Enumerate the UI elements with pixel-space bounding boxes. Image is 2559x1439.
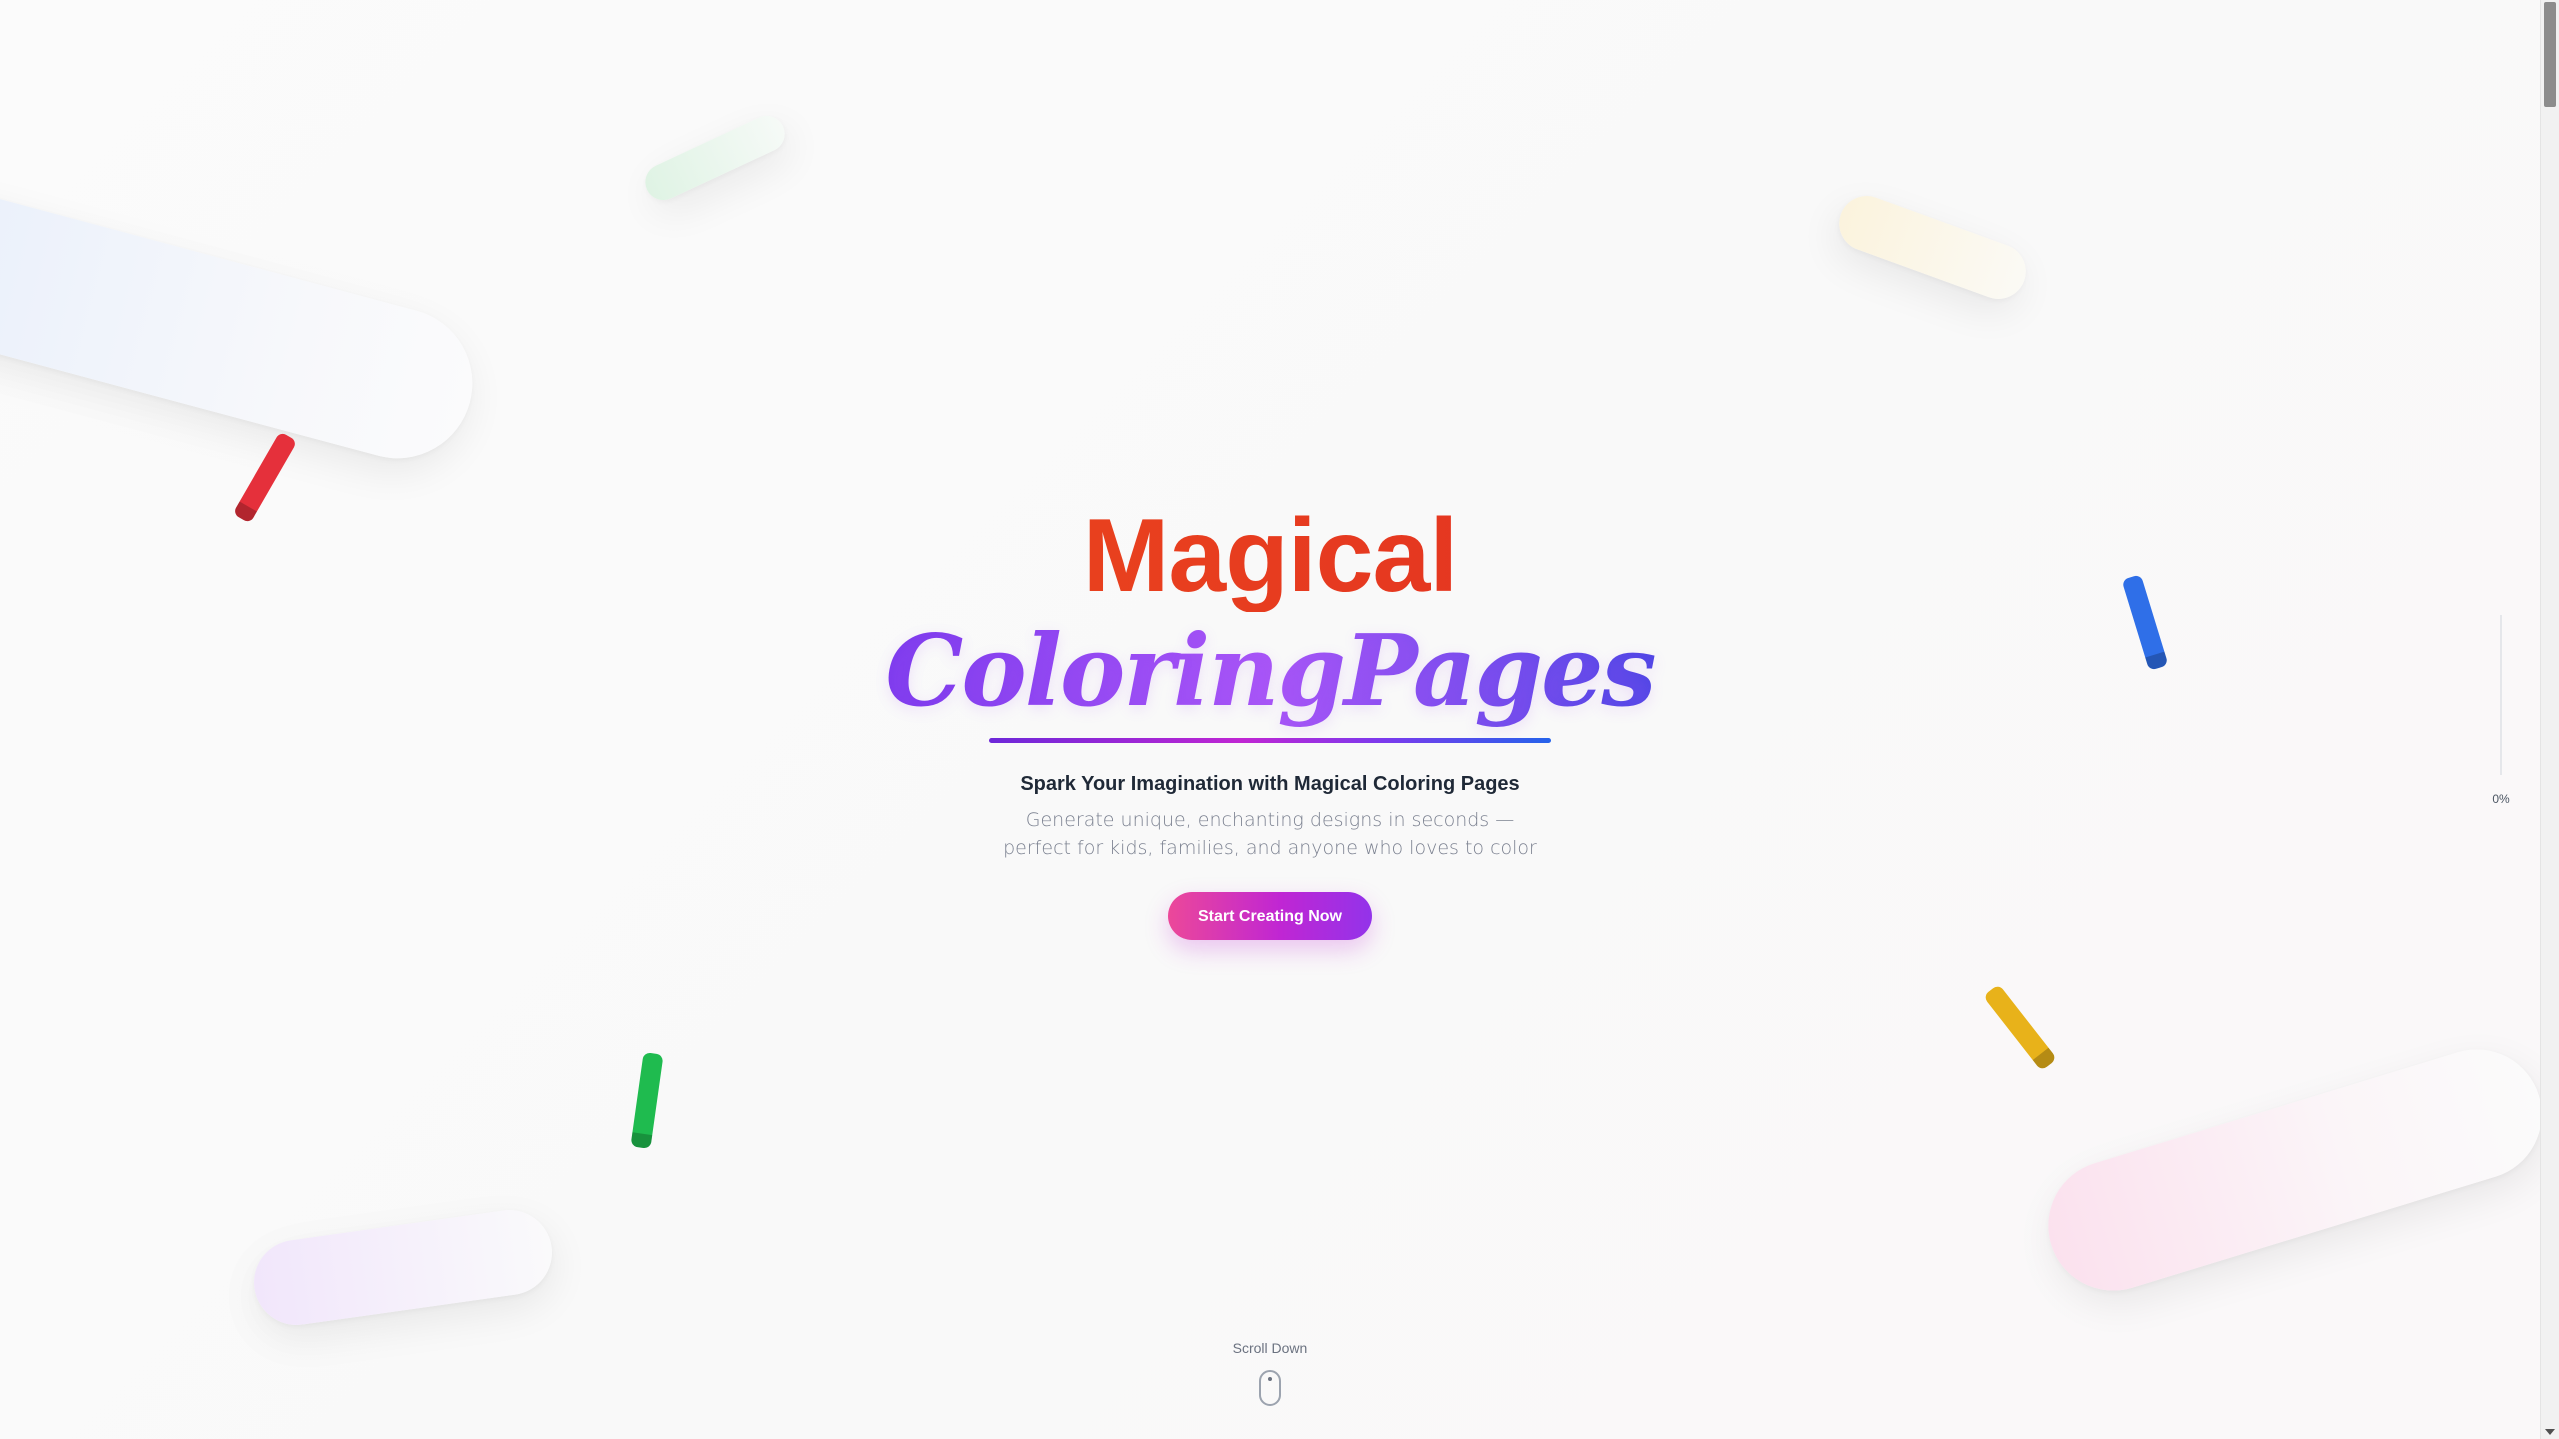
scrollbar-thumb[interactable] — [2544, 2, 2556, 107]
title-underline — [989, 738, 1551, 743]
browser-scrollbar[interactable] — [2540, 0, 2559, 1439]
decorative-blue-pill — [0, 174, 490, 476]
hero-title-magical: Magical — [0, 500, 2540, 612]
scroll-down-arrow-icon[interactable] — [2545, 1429, 2555, 1435]
mouse-icon — [1259, 1370, 1281, 1406]
hero-tagline: Spark Your Imagination with Magical Colo… — [1020, 773, 1520, 795]
decorative-purple-pill — [248, 1204, 558, 1331]
hero-title-coloring-pages: ColoringPages — [885, 612, 1656, 732]
yellow-crayon-icon — [1982, 983, 2058, 1072]
scroll-progress-label: 0% — [2492, 792, 2510, 806]
landing-page: Magical ColoringPages Spark Your Imagina… — [0, 0, 2559, 1439]
scroll-down-label: Scroll Down — [1232, 1340, 1308, 1356]
decorative-pink-pill — [2032, 1033, 2558, 1307]
hero-description: Generate unique, enchanting designs in s… — [1003, 809, 1537, 859]
hero-section: Magical ColoringPages Spark Your Imagina… — [0, 500, 2540, 940]
green-crayon-icon — [630, 1052, 664, 1149]
decorative-yellow-pill — [1831, 188, 2034, 307]
scroll-progress-track — [2500, 615, 2502, 775]
decorative-green-pill — [639, 109, 791, 207]
scroll-down-indicator[interactable]: Scroll Down — [1180, 1340, 1360, 1406]
start-creating-button[interactable]: Start Creating Now — [1168, 892, 1372, 940]
